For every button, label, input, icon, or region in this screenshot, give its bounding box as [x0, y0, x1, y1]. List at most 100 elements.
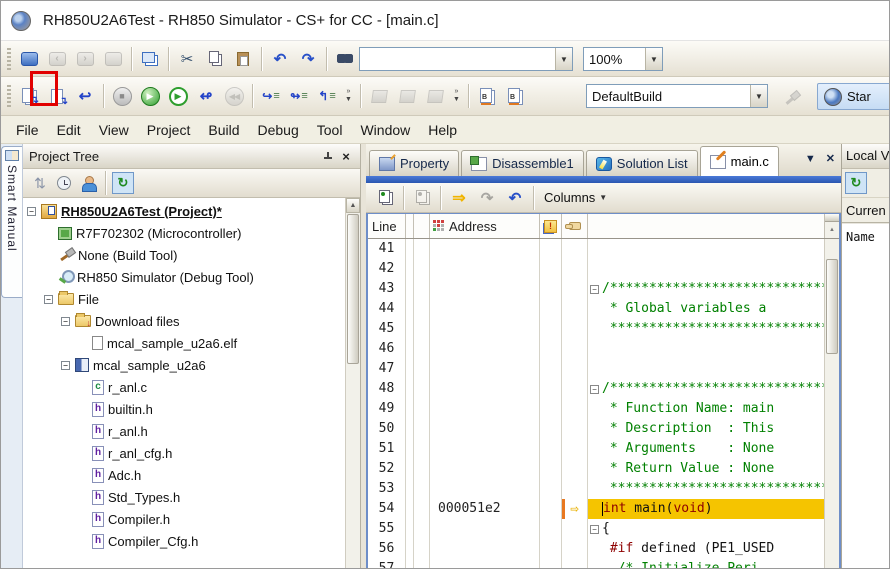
tree-item-none-build-tool[interactable]: None (Build Tool) [23, 244, 345, 266]
go-button[interactable]: ▶ [137, 83, 163, 109]
zoom-dropdown-button[interactable]: ▼ [645, 48, 662, 70]
code-row-52[interactable]: 52 * Return Value : None [368, 459, 824, 479]
tree-item-std-types-h[interactable]: hStd_Types.h [23, 486, 345, 508]
redo-button[interactable]: ↷ [295, 46, 321, 72]
restart-button[interactable]: ↫ [193, 83, 219, 109]
refresh-button[interactable]: ↻ [845, 172, 867, 194]
scrollbar-corner[interactable]: ▲ [824, 214, 839, 238]
build-tool-button[interactable] [778, 86, 804, 112]
tree-item-r-anl-h[interactable]: hr_anl.h [23, 420, 345, 442]
step-over-button[interactable]: ↬≡ [286, 83, 312, 109]
tree-item-rh850-simulator-debug-tool[interactable]: RH850 Simulator (Debug Tool) [23, 266, 345, 288]
forward-history-button[interactable]: ↷ [474, 185, 500, 211]
pin-button[interactable] [319, 148, 335, 164]
step-return-button[interactable]: ↰≡ [314, 83, 340, 109]
user-button[interactable] [77, 172, 99, 194]
fold-toggle-icon[interactable]: − [590, 525, 599, 534]
tree-item-compiler-cfg-h[interactable]: hCompiler_Cfg.h [23, 530, 345, 552]
expander-icon[interactable]: − [61, 317, 70, 326]
code-row-53[interactable]: 53 *************************************… [368, 479, 824, 499]
cascade-windows-icon[interactable] [137, 46, 163, 72]
zoom-combobox[interactable]: 100% ▼ [583, 47, 663, 71]
back-window-icon[interactable]: ‹ [44, 46, 70, 72]
code-row-49[interactable]: 49 * Function Name: main [368, 399, 824, 419]
close-panel-button[interactable]: × [338, 148, 354, 164]
compare-disabled-button[interactable] [409, 185, 435, 211]
code-row-55[interactable]: 55−{ [368, 519, 824, 539]
tree-item-file[interactable]: −File [23, 288, 345, 310]
build-config-value[interactable]: DefaultBuild [587, 89, 750, 104]
line-column-header[interactable]: Line [368, 214, 406, 238]
smart-manual-tab[interactable]: Smart Manual [1, 146, 22, 298]
code-row-47[interactable]: 47 [368, 359, 824, 379]
new-panel-icon[interactable] [16, 46, 42, 72]
tree-item-r-anl-cfg-h[interactable]: hr_anl_cfg.h [23, 442, 345, 464]
columns-menu-button[interactable]: Columns ▼ [544, 190, 607, 205]
copy-button[interactable] [202, 46, 228, 72]
scroll-up-button[interactable]: ▲ [825, 222, 839, 238]
code-area[interactable]: 414243−/********************************… [368, 239, 839, 568]
expander-icon[interactable]: − [61, 361, 70, 370]
code-row-48[interactable]: 48−/************************************… [368, 379, 824, 399]
tree-item-r7f702302-microcontroller[interactable]: R7F702302 (Microcontroller) [23, 222, 345, 244]
code-row-41[interactable]: 41 [368, 239, 824, 259]
build-config-dropdown-button[interactable]: ▼ [750, 85, 767, 107]
find-button[interactable] [332, 46, 358, 72]
tab-list-dropdown-button[interactable]: ▼ [805, 153, 816, 165]
window-gray-icon[interactable] [100, 46, 126, 72]
start-button[interactable]: Star [817, 83, 890, 110]
undo-button[interactable]: ↶ [267, 46, 293, 72]
scrollbar-thumb[interactable] [826, 259, 838, 354]
build-download-button[interactable]: ↴ [44, 83, 70, 109]
zoom-value[interactable]: 100% [584, 52, 645, 67]
rebuild-mode-button[interactable]: B [502, 83, 528, 109]
menu-edit[interactable]: Edit [48, 118, 90, 142]
tree-item-builtin-h[interactable]: hbuiltin.h [23, 398, 345, 420]
trace-tool-button[interactable] [366, 83, 392, 109]
menu-build[interactable]: Build [199, 118, 248, 142]
forward-window-icon[interactable]: › [72, 46, 98, 72]
code-row-45[interactable]: 45 *************************************… [368, 319, 824, 339]
jump-button[interactable]: ⇒ [446, 185, 472, 211]
event-column-header[interactable]: ! [540, 214, 562, 238]
code-row-54[interactable]: 54000051e2⇨int main(void) [368, 499, 824, 519]
build-mode-button[interactable]: B [474, 83, 500, 109]
tab-main-c[interactable]: main.c [700, 146, 779, 176]
menu-tool[interactable]: Tool [308, 118, 352, 142]
back-history-button[interactable]: ↶ [502, 185, 528, 211]
tree-item-rh850u2a6test-project[interactable]: −RH850U2A6Test (Project)* [23, 200, 345, 222]
code-row-57[interactable]: 57 /* Initialize Peri [368, 559, 824, 568]
refresh-button[interactable]: ↻ [112, 172, 134, 194]
tab-disassemble1[interactable]: Disassemble1 [461, 150, 584, 176]
trace-tool2-button[interactable] [394, 83, 420, 109]
code-row-51[interactable]: 51 * Arguments : None [368, 439, 824, 459]
search-combobox[interactable]: ▼ [359, 47, 573, 71]
sort-button[interactable]: ⇅ [29, 172, 51, 194]
toolbar-grip[interactable] [7, 48, 11, 70]
rewind-button[interactable]: ◀◀ [221, 83, 247, 109]
fold-toggle-icon[interactable]: − [590, 285, 599, 294]
menu-window[interactable]: Window [351, 118, 419, 142]
tree-item-download-files[interactable]: −Download files [23, 310, 345, 332]
history-button[interactable] [53, 172, 75, 194]
trace-tool3-button[interactable] [422, 83, 448, 109]
menu-help[interactable]: Help [419, 118, 466, 142]
editor-scrollbar[interactable] [824, 239, 839, 568]
code-row-56[interactable]: 56 #if defined (PE1_USED [368, 539, 824, 559]
build-config-combobox[interactable]: DefaultBuild ▼ [586, 84, 768, 108]
return-button[interactable]: ↩ [72, 83, 98, 109]
close-tab-button[interactable]: ✕ [826, 152, 835, 165]
code-row-42[interactable]: 42 [368, 259, 824, 279]
toolbar-overflow-button[interactable]: »▼ [450, 83, 463, 109]
expander-icon[interactable]: − [27, 207, 36, 216]
toolbar-overflow-button[interactable]: »▼ [342, 83, 355, 109]
step-in-button[interactable]: ↪≡ [258, 83, 284, 109]
compare-button[interactable] [372, 185, 398, 211]
address-column-header[interactable]: Address [430, 214, 540, 238]
menu-debug[interactable]: Debug [249, 118, 308, 142]
tree-item-mcal-sample-u2a6-elf[interactable]: mcal_sample_u2a6.elf [23, 332, 345, 354]
code-row-43[interactable]: 43−/************************************… [368, 279, 824, 299]
build-project-button[interactable]: ↴ [16, 83, 42, 109]
code-row-50[interactable]: 50 * Description : This [368, 419, 824, 439]
expander-icon[interactable]: − [44, 295, 53, 304]
